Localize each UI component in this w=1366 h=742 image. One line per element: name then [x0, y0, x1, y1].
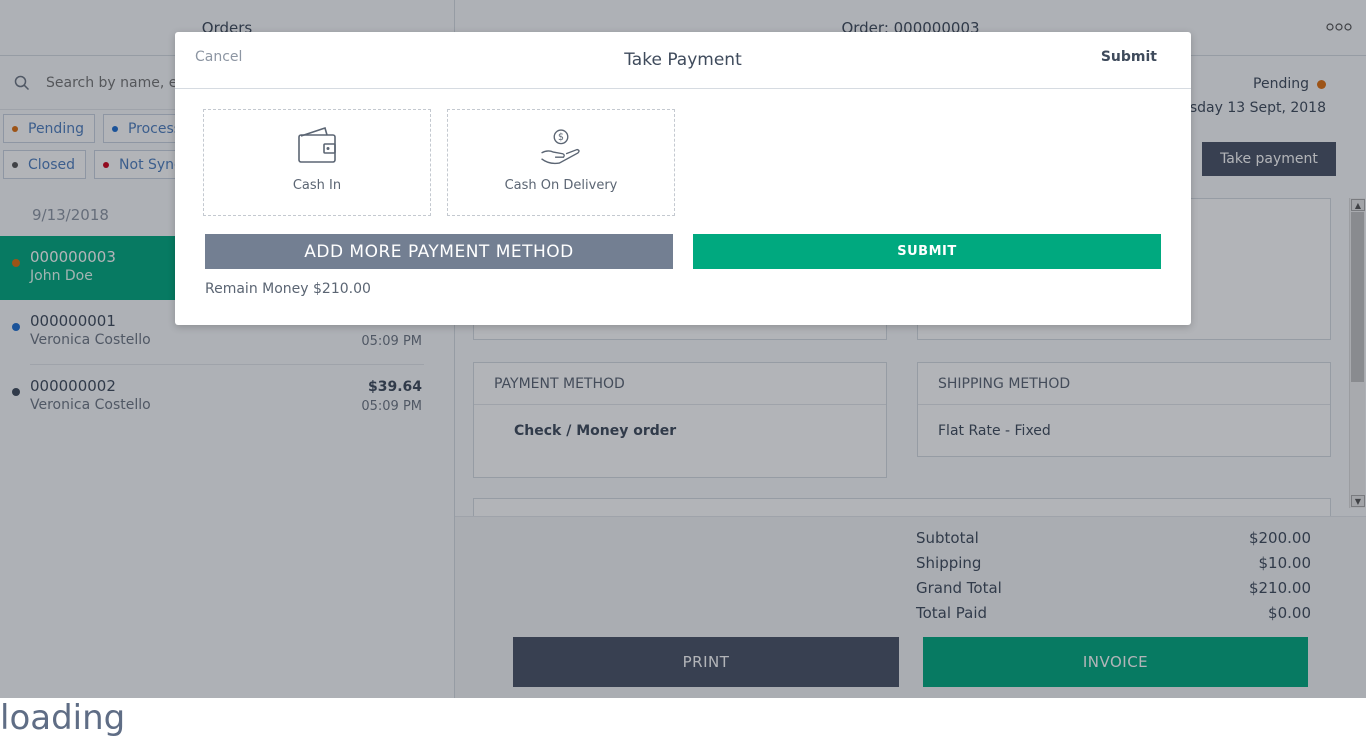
cash-on-delivery-icon: $: [541, 129, 580, 165]
header-submit-button[interactable]: Submit: [1101, 49, 1157, 65]
svg-text:$: $: [558, 132, 564, 143]
payment-method-label: Cash On Delivery: [504, 178, 618, 193]
payment-method-cash-in[interactable]: Cash In: [203, 109, 431, 216]
modal-title: Take Payment: [624, 50, 742, 70]
remaining-amount: Remain Money $210.00: [205, 281, 371, 297]
loading-text: loading: [0, 698, 126, 738]
payment-method-cash-on-delivery[interactable]: $ Cash On Delivery: [447, 109, 675, 216]
app-window: Orders Pending Processing: [0, 0, 1366, 698]
payment-method-label: Cash In: [292, 178, 342, 193]
wallet-icon: [298, 126, 336, 163]
payment-methods: Cash In $ Cash On Delivery: [203, 109, 691, 216]
modal-header: Cancel Take Payment Submit: [175, 32, 1191, 89]
add-payment-method-button[interactable]: ADD MORE PAYMENT METHOD: [205, 234, 673, 269]
take-payment-modal: Cancel Take Payment Submit Cash In $ Cas…: [175, 32, 1191, 325]
submit-payment-button[interactable]: SUBMIT: [693, 234, 1161, 269]
